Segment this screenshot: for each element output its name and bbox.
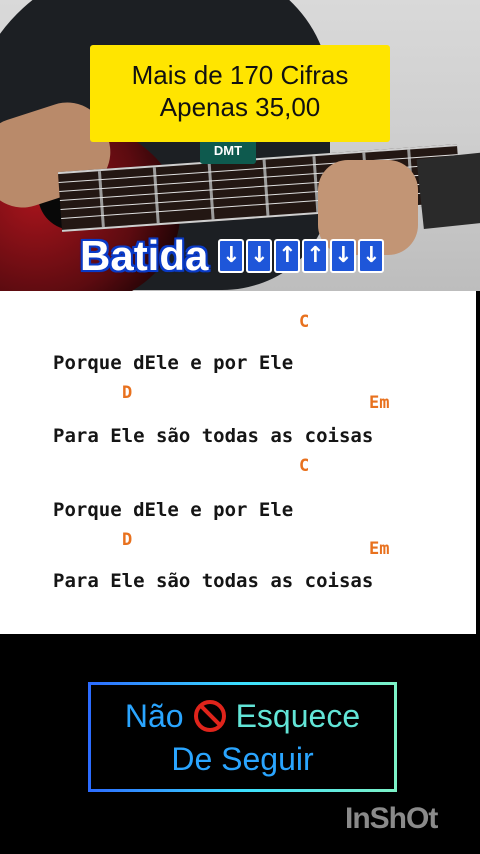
chord-label: D <box>122 530 133 550</box>
strum-label: Batida <box>80 232 209 279</box>
inshot-watermark: InShOt <box>345 802 438 835</box>
video-frame: DMT Mais de 170 Cifras Apenas 35,00 Bati… <box>0 0 480 291</box>
chord-label: Em <box>369 393 390 413</box>
arrow-down-icon: ↓ <box>246 239 273 273</box>
chord-label: Em <box>369 539 390 559</box>
strum-arrows: ↓ ↓ ↑ ↑ ↓ ↓ <box>218 239 385 273</box>
lyric-line: Para Ele são todas as coisas <box>53 570 374 592</box>
lyric-line: Porque dEle e por Ele <box>53 499 294 521</box>
guitar-headstock <box>416 151 480 229</box>
cta-word-2: Esquece <box>235 698 361 734</box>
arrow-down-icon: ↓ <box>218 239 245 273</box>
arrow-down-icon: ↓ <box>330 239 357 273</box>
promo-line-2: Apenas 35,00 <box>159 92 321 122</box>
cta-word-1: Não <box>124 698 184 734</box>
lyric-line: Porque dEle e por Ele <box>53 352 294 374</box>
prohibited-icon <box>193 700 226 732</box>
promo-banner: Mais de 170 Cifras Apenas 35,00 <box>90 45 390 142</box>
chord-label: C <box>299 456 310 476</box>
chord-label: C <box>299 312 310 332</box>
cta-line-2: De Seguir <box>171 741 314 777</box>
follow-reminder: Não Esquece De Seguir <box>88 682 397 792</box>
promo-line-1: Mais de 170 Cifras <box>131 60 349 90</box>
arrow-up-icon: ↑ <box>302 239 329 273</box>
chord-sheet: C Porque dEle e por Ele D Em Para Ele sã… <box>0 291 476 634</box>
lyric-line: Para Ele são todas as coisas <box>53 425 374 447</box>
arrow-down-icon: ↓ <box>358 239 385 273</box>
arrow-up-icon: ↑ <box>274 239 301 273</box>
strum-pattern: Batida ↓ ↓ ↑ ↑ ↓ ↓ <box>80 232 385 280</box>
chord-label: D <box>122 383 133 403</box>
